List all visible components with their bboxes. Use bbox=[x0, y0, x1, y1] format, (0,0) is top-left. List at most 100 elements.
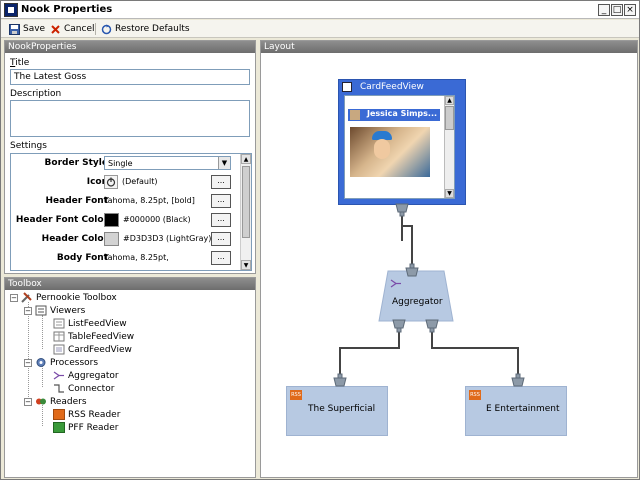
tree-connector bbox=[42, 366, 43, 387]
aggregator-icon bbox=[53, 370, 65, 381]
header-color-ellipsis-button[interactable]: ... bbox=[211, 232, 231, 246]
aggregator-label: Aggregator bbox=[392, 297, 443, 307]
icon-ellipsis-button[interactable]: ... bbox=[211, 175, 231, 189]
connector-line bbox=[401, 215, 403, 241]
tree-root[interactable]: − Pernookie Toolbox bbox=[10, 292, 117, 303]
border-style-value: Single bbox=[108, 159, 133, 168]
tree-group-readers[interactable]: − Readers bbox=[24, 396, 87, 407]
avatar bbox=[350, 110, 360, 120]
app-icon bbox=[4, 3, 18, 17]
nook-properties-panel: NookProperties Title The Latest Goss Des… bbox=[4, 40, 256, 274]
collapse-icon[interactable]: − bbox=[24, 397, 32, 406]
table-view-icon bbox=[53, 331, 65, 342]
list-item-label: CardFeedView bbox=[68, 344, 132, 355]
scroll-up-icon[interactable]: ▲ bbox=[445, 96, 454, 105]
tree-item-tablefeedview[interactable]: TableFeedView bbox=[53, 331, 134, 342]
setting-label: Body Font bbox=[56, 253, 108, 263]
tree-root-label: Pernookie Toolbox bbox=[36, 292, 117, 303]
maximize-button[interactable]: □ bbox=[611, 4, 623, 16]
body-font-ellipsis-button[interactable]: ... bbox=[211, 251, 231, 265]
header-font-ellipsis-button[interactable]: ... bbox=[211, 194, 231, 208]
gear-icon bbox=[35, 357, 47, 368]
list-item-label: Aggregator bbox=[68, 370, 119, 381]
restore-defaults-button[interactable]: Restore Defaults bbox=[101, 22, 190, 36]
minimize-button[interactable]: _ bbox=[598, 4, 610, 16]
collapse-icon[interactable]: − bbox=[24, 306, 32, 315]
save-button[interactable]: Save bbox=[9, 22, 45, 36]
output-port-icon[interactable] bbox=[392, 319, 406, 333]
tree-item-listfeedview[interactable]: ListFeedView bbox=[53, 318, 127, 329]
scroll-down-icon[interactable]: ▼ bbox=[241, 260, 251, 270]
card-item-header[interactable]: Jessica Simps... bbox=[348, 109, 440, 121]
card-scrollbar[interactable]: ▲ ▼ bbox=[444, 96, 454, 198]
aggregator-node[interactable]: Aggregator bbox=[378, 270, 454, 322]
tree-group-viewers[interactable]: − Viewers bbox=[24, 305, 85, 316]
card-view-icon bbox=[53, 344, 65, 355]
floppy-disk-icon bbox=[9, 23, 20, 35]
title-bar[interactable]: Nook Properties _ □ × bbox=[1, 1, 639, 19]
cancel-button[interactable]: Cancel bbox=[50, 22, 95, 36]
card-item-title: Jessica Simps... bbox=[367, 109, 438, 118]
collapse-icon[interactable]: − bbox=[24, 358, 32, 367]
reader-node-e-entertainment[interactable]: RSS E Entertainment bbox=[465, 386, 567, 436]
collapse-icon[interactable]: − bbox=[10, 293, 18, 302]
tree-group-processors[interactable]: − Processors bbox=[24, 357, 98, 368]
nook-properties-window: Nook Properties _ □ × Save Cancel Restor… bbox=[0, 0, 640, 480]
restore-defaults-label: Restore Defaults bbox=[115, 24, 190, 34]
tree-connector bbox=[28, 302, 29, 399]
pff-icon bbox=[53, 422, 65, 433]
tree-item-connector[interactable]: Connector bbox=[53, 383, 114, 394]
title-field[interactable]: The Latest Goss bbox=[10, 69, 250, 85]
toolbox-panel: Toolbox − Pernookie Toolbox − Viewers Li… bbox=[4, 277, 256, 478]
tree-item-rss-reader[interactable]: RSS Reader bbox=[53, 409, 120, 420]
output-port-icon[interactable] bbox=[425, 319, 439, 333]
toolbox-tools-icon bbox=[21, 292, 33, 303]
cardfeedview-node[interactable]: CardFeedView Jessica Simps... ▲ ▼ bbox=[338, 79, 466, 205]
window-title: Nook Properties bbox=[21, 4, 113, 15]
connector-line bbox=[398, 331, 400, 348]
settings-label: Settings bbox=[10, 141, 47, 151]
chevron-down-icon[interactable]: ▼ bbox=[218, 157, 230, 169]
toolbox-header: Toolbox bbox=[5, 278, 255, 290]
rss-icon: RSS bbox=[469, 390, 481, 400]
tree-connector bbox=[42, 405, 43, 426]
header-color-value: #D3D3D3 (LightGray) bbox=[123, 234, 212, 243]
reader-label: E Entertainment bbox=[486, 404, 560, 414]
border-style-select[interactable]: Single ▼ bbox=[104, 156, 231, 170]
card-photo bbox=[350, 127, 430, 177]
input-port-icon[interactable] bbox=[511, 373, 525, 387]
tree-item-pff-reader[interactable]: PFF Reader bbox=[53, 422, 119, 433]
nook-properties-header: NookProperties bbox=[5, 41, 255, 53]
setting-row-border-style: Border Style Single ▼ bbox=[11, 154, 241, 173]
cancel-label: Cancel bbox=[64, 24, 95, 34]
title-label: Title bbox=[10, 58, 30, 68]
connector-line bbox=[339, 347, 400, 349]
scroll-down-icon[interactable]: ▼ bbox=[445, 189, 454, 198]
list-item-label: Connector bbox=[68, 383, 115, 394]
scroll-thumb[interactable] bbox=[445, 106, 454, 130]
cardfeedview-title: CardFeedView bbox=[360, 82, 424, 92]
tree-item-cardfeedview[interactable]: CardFeedView bbox=[53, 344, 132, 355]
input-port-icon[interactable] bbox=[405, 263, 419, 277]
layout-panel[interactable]: Layout CardFeedView Jessica Simps... ▲ ▼… bbox=[260, 40, 638, 478]
header-font-color-ellipsis-button[interactable]: ... bbox=[211, 213, 231, 227]
list-item-label: TableFeedView bbox=[68, 331, 135, 342]
color-swatch bbox=[104, 213, 119, 227]
input-port-icon[interactable] bbox=[333, 373, 347, 387]
layout-header: Layout bbox=[261, 41, 637, 53]
scroll-thumb[interactable] bbox=[242, 166, 250, 238]
tree-item-aggregator[interactable]: Aggregator bbox=[53, 370, 119, 381]
scroll-up-icon[interactable]: ▲ bbox=[241, 154, 251, 164]
description-field[interactable] bbox=[10, 100, 250, 137]
readers-icon bbox=[35, 396, 47, 407]
close-button[interactable]: × bbox=[624, 4, 636, 16]
color-swatch bbox=[104, 232, 119, 246]
list-item-label: ListFeedView bbox=[68, 318, 127, 329]
card-content[interactable]: Jessica Simps... ▲ ▼ bbox=[344, 95, 455, 199]
reader-node-superficial[interactable]: RSS The Superficial bbox=[286, 386, 388, 436]
settings-scrollbar[interactable]: ▲ ▼ bbox=[240, 154, 251, 270]
reader-label: The Superficial bbox=[308, 404, 376, 414]
list-item-label: PFF Reader bbox=[68, 422, 119, 433]
rss-icon: RSS bbox=[290, 390, 302, 400]
output-port-icon[interactable] bbox=[395, 203, 409, 217]
